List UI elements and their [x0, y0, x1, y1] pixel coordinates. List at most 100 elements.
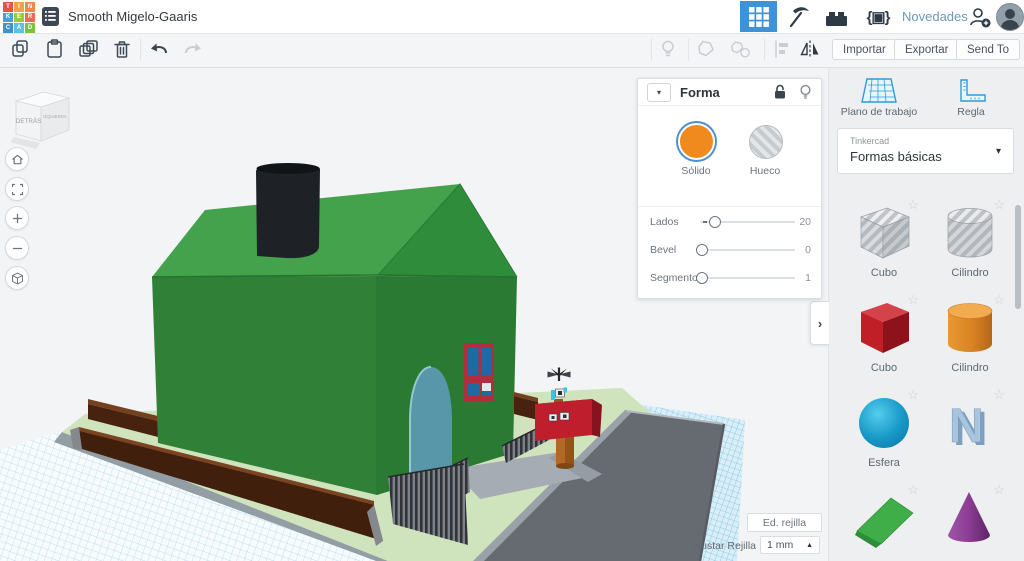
zoom-in-button[interactable]	[5, 206, 29, 230]
slider-value-segmentos: 1	[787, 272, 811, 284]
toolbar-separator	[651, 39, 652, 61]
grid-icon	[748, 6, 770, 28]
shape-card-scribble[interactable]: ☆ N N	[927, 387, 1013, 477]
mirror-button[interactable]	[798, 37, 822, 61]
slider-lados[interactable]	[700, 221, 795, 223]
library-dropdown[interactable]: Tinkercad Formas básicas ▾	[837, 128, 1014, 174]
shape-card-cilindro-hueco[interactable]: ☆ Cilindro	[927, 197, 1013, 287]
unlock-icon[interactable]	[773, 84, 787, 100]
tinkercad-app: DETRÁS IZQUIERDA TIN KER CAD Smooth Mige…	[0, 0, 1024, 561]
snap-grid-select[interactable]: 1 mm ▲	[760, 536, 820, 554]
workplane-tool[interactable]	[859, 77, 899, 105]
shape-card-cubo[interactable]: ☆ Cubo	[841, 292, 927, 382]
ruler-tool[interactable]	[955, 78, 987, 104]
slider-bevel[interactable]	[700, 249, 795, 251]
snap-grid-label: Ajustar Rejilla	[688, 540, 756, 552]
group-button[interactable]	[694, 37, 718, 61]
slider-handle[interactable]	[696, 272, 708, 284]
shape-inspector-panel: ▾ Forma Sólido Hueco Lados 20 Bevel 0	[637, 78, 822, 299]
shape-card-esfera[interactable]: ☆ Esfera	[841, 387, 927, 477]
design-menu-icon[interactable]	[42, 7, 59, 26]
profile-avatar[interactable]	[996, 3, 1024, 31]
redo-button[interactable]	[180, 37, 204, 61]
sidebar-scrollbar[interactable]	[1015, 205, 1021, 309]
importar-button[interactable]: Importar	[832, 39, 897, 60]
paste-button[interactable]	[42, 37, 66, 61]
ruler-icon	[955, 78, 987, 104]
shape-label: Cubo	[841, 362, 927, 374]
shape-card-cono[interactable]: ☆	[927, 482, 1013, 561]
design-title[interactable]: Smooth Migelo-Gaaris	[68, 9, 197, 24]
top-bar: TIN KER CAD Smooth Migelo-Gaaris	[0, 0, 1024, 34]
fit-view-icon	[10, 182, 25, 197]
slider-handle[interactable]	[696, 244, 708, 256]
zoom-out-button[interactable]	[5, 236, 29, 260]
shape-card-cilindro[interactable]: ☆ Cilindro	[927, 292, 1013, 382]
brick-export-button[interactable]	[822, 5, 850, 30]
solid-label: Sólido	[664, 165, 728, 177]
home-view-button[interactable]	[5, 147, 29, 171]
brick-icon	[824, 6, 849, 30]
perspective-toggle-button[interactable]	[5, 266, 29, 290]
minecraft-export-button[interactable]	[784, 3, 812, 31]
panel-divider	[638, 206, 821, 207]
edit-grid-button[interactable]: Ed. rejilla	[747, 513, 822, 532]
shape-label: Cilindro	[927, 267, 1013, 279]
slider-value-bevel: 0	[787, 244, 811, 256]
align-button[interactable]	[770, 37, 794, 61]
exportar-button[interactable]: Exportar	[894, 39, 959, 60]
hole-swatch[interactable]	[749, 125, 783, 159]
chevron-down-icon: ▾	[996, 146, 1001, 157]
dashboard-grid-button[interactable]	[740, 1, 777, 32]
shape-panel-header: ▾ Forma	[638, 79, 821, 106]
home-icon	[10, 152, 25, 167]
slider-segmentos[interactable]	[700, 277, 795, 279]
toolbar-separator	[140, 39, 141, 61]
workplane-icon	[859, 77, 899, 105]
window-model	[464, 343, 494, 401]
hole-label: Hueco	[733, 165, 797, 177]
shape-label: Esfera	[841, 457, 927, 469]
slider-handle[interactable]	[709, 216, 721, 228]
panel-title: Forma	[680, 85, 773, 100]
library-name: Tinkercad	[850, 136, 889, 146]
codeblocks-button[interactable]: {▣}	[860, 4, 896, 30]
house-model[interactable]	[152, 163, 517, 495]
viewcube-side-label[interactable]: IZQUIERDA	[43, 114, 67, 119]
ruler-label[interactable]: Regla	[936, 106, 1006, 118]
shape-card-cubo-hueco[interactable]: ☆ Cubo	[841, 197, 927, 287]
shape-library-sidebar: Plano de trabajo Regla Tinkercad Formas …	[828, 67, 1024, 561]
novedades-link[interactable]: Novedades	[902, 9, 968, 24]
slider-label-lados: Lados	[650, 216, 679, 228]
fit-view-button[interactable]	[5, 177, 29, 201]
send-to-button[interactable]: Send To	[956, 39, 1020, 60]
shape-label: Cubo	[841, 267, 927, 279]
toolbar-separator	[764, 39, 765, 61]
slider-label-bevel: Bevel	[650, 244, 676, 256]
ungroup-button[interactable]	[728, 37, 752, 61]
undo-button[interactable]	[148, 37, 172, 61]
workplane-label[interactable]: Plano de trabajo	[834, 106, 924, 118]
shape-label: Cilindro	[927, 362, 1013, 374]
avatar-silhouette-icon	[997, 4, 1023, 30]
toolbar-separator	[688, 39, 689, 61]
caret-up-icon: ▲	[806, 542, 813, 549]
panel-collapse-button[interactable]: ▾	[647, 83, 671, 102]
solid-swatch[interactable]	[678, 123, 715, 160]
shape-card-techo[interactable]: ☆	[841, 482, 927, 561]
cube-icon	[10, 271, 25, 286]
pickaxe-icon	[785, 4, 811, 30]
copy-button[interactable]	[8, 37, 32, 61]
visibility-bulb-icon[interactable]	[799, 84, 812, 100]
slider-tick	[703, 221, 707, 223]
library-category: Formas básicas	[850, 149, 942, 164]
viewcube-front-label[interactable]: DETRÁS	[16, 116, 42, 125]
sidebar-collapse-tab[interactable]: ›	[810, 301, 829, 345]
snap-grid-value: 1 mm	[767, 539, 793, 551]
tinkercad-logo[interactable]: TIN KER CAD	[3, 2, 35, 33]
duplicate-button[interactable]	[76, 37, 100, 61]
svg-text:N: N	[949, 400, 984, 453]
invite-person-button[interactable]	[966, 4, 994, 30]
show-all-button[interactable]	[656, 37, 680, 61]
delete-button[interactable]	[110, 37, 134, 61]
